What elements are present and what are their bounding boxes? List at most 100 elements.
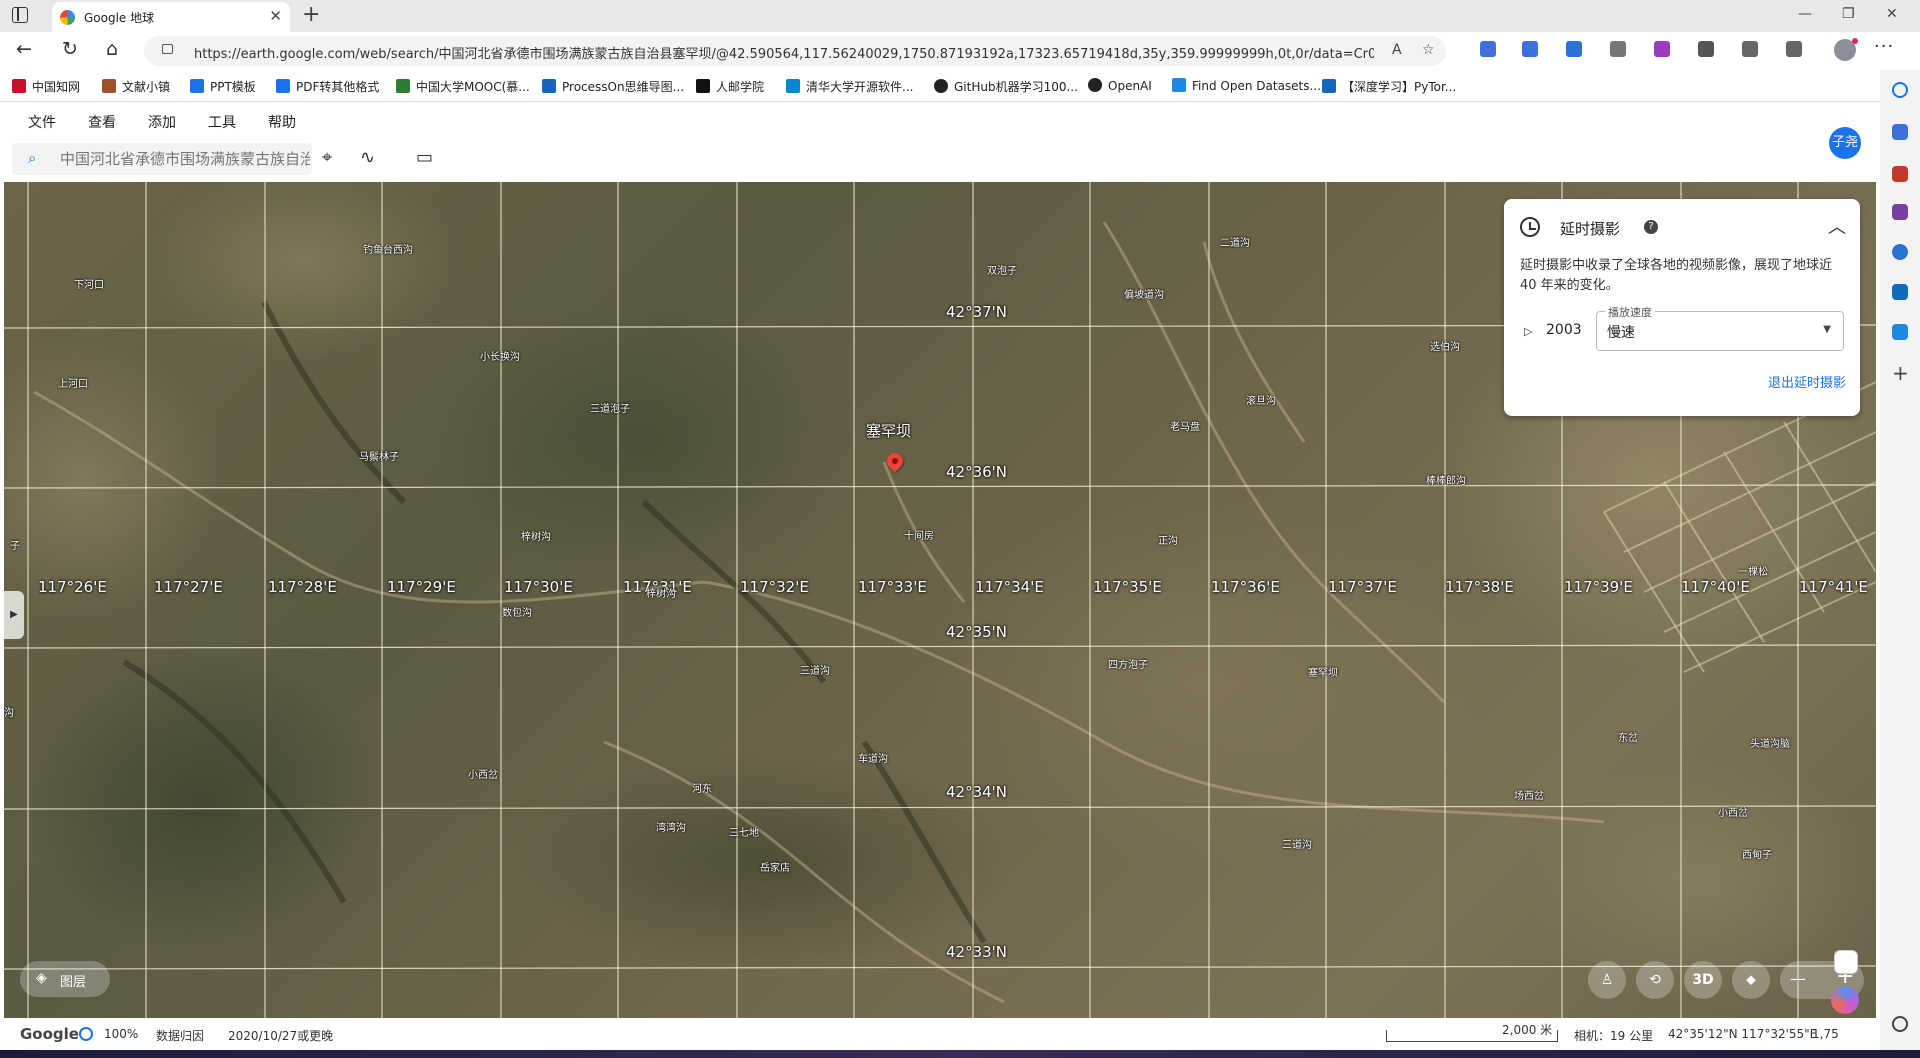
place-label: 头道沟脑 bbox=[1750, 739, 1790, 750]
place-label: 车道沟 bbox=[858, 754, 888, 765]
bookmark-item[interactable]: GitHub机器学习100... bbox=[934, 78, 1078, 95]
outlook-icon[interactable] bbox=[1892, 284, 1908, 300]
longitude-label: 117°30'E bbox=[504, 578, 573, 596]
bookmark-icon bbox=[696, 79, 710, 93]
zhihu-icon bbox=[1322, 79, 1336, 93]
extensions-puzzle-icon[interactable] bbox=[1698, 41, 1714, 57]
pegman-icon[interactable]: ♙ bbox=[1588, 961, 1626, 999]
bookmark-icon bbox=[190, 79, 204, 93]
chevron-up-icon[interactable]: ︿ bbox=[1828, 213, 1846, 239]
bookmark-item[interactable]: 文献小镇 bbox=[102, 78, 170, 95]
menu-view[interactable]: 查看 bbox=[88, 112, 116, 132]
tab-close-icon[interactable]: ✕ bbox=[269, 7, 282, 25]
play-icon[interactable]: ▷ bbox=[1524, 325, 1532, 338]
extension-bird-icon[interactable] bbox=[1522, 41, 1538, 57]
draw-path-icon[interactable]: ∿ bbox=[360, 147, 375, 168]
compass-icon[interactable]: ⬥ bbox=[1732, 961, 1770, 999]
back-icon[interactable]: ← bbox=[16, 38, 32, 60]
latitude-label: 42°37'N bbox=[946, 303, 1008, 321]
longitude-label: 117°38'E bbox=[1445, 578, 1514, 596]
send-icon[interactable] bbox=[1892, 324, 1908, 340]
bookmark-icon bbox=[786, 79, 800, 93]
3d-toggle-button[interactable]: 3D bbox=[1684, 961, 1722, 999]
bookmark-item[interactable]: ProcessOn思维导图... bbox=[542, 78, 684, 95]
shopping-icon[interactable] bbox=[1892, 124, 1908, 140]
dropdown-arrow-icon: ▼ bbox=[1823, 324, 1831, 335]
tab-google-earth[interactable]: Google 地球 ✕ bbox=[52, 2, 290, 32]
main-place-label[interactable]: 塞罕坝 bbox=[866, 420, 911, 441]
place-label: 双泡子 bbox=[987, 266, 1017, 277]
translate-widget-icon[interactable] bbox=[1834, 950, 1858, 974]
timelapse-year: 2003 bbox=[1546, 322, 1582, 338]
place-label: 河东 bbox=[692, 784, 712, 795]
read-aloud-icon[interactable]: A bbox=[1392, 42, 1402, 58]
browser-menu-button[interactable]: ··· bbox=[1874, 36, 1894, 57]
place-label: 正沟 bbox=[1158, 536, 1178, 547]
url-text[interactable]: https://earth.google.com/web/search/中国河北… bbox=[194, 43, 1374, 62]
profile-notification-dot bbox=[1852, 38, 1858, 44]
zoom-out-button[interactable]: — bbox=[1790, 969, 1806, 988]
place-marker-icon[interactable]: ⌖ bbox=[322, 147, 332, 168]
add-icon[interactable]: + bbox=[1892, 363, 1909, 383]
reload-icon[interactable]: ↻ bbox=[62, 38, 78, 60]
bookmark-item[interactable]: PPT模板 bbox=[190, 78, 256, 95]
menu-add[interactable]: 添加 bbox=[148, 112, 176, 132]
games-icon[interactable] bbox=[1892, 204, 1908, 220]
place-label: 滚旦沟 bbox=[1246, 396, 1276, 407]
favorite-star-icon[interactable]: ☆ bbox=[1422, 42, 1435, 58]
bookmark-item[interactable]: 清华大学开源软件... bbox=[786, 78, 913, 95]
openai-icon bbox=[1088, 78, 1102, 92]
timelapse-clock-icon bbox=[1520, 217, 1540, 237]
bookmark-item[interactable]: PDF转其他格式 bbox=[276, 78, 379, 95]
settings-gear-icon[interactable] bbox=[1892, 1016, 1908, 1032]
tab-actions-icon[interactable] bbox=[12, 7, 28, 23]
new-tab-button[interactable]: + bbox=[302, 2, 320, 27]
extension-translate-icon[interactable] bbox=[1480, 41, 1496, 57]
help-icon[interactable]: ? bbox=[1644, 220, 1658, 234]
home-icon[interactable]: ⌂ bbox=[106, 38, 118, 60]
place-label: 塞罕坝 bbox=[1308, 668, 1338, 679]
bookmark-item[interactable]: 【深度学习】PyTor... bbox=[1322, 78, 1456, 95]
search-icon[interactable] bbox=[1892, 82, 1908, 98]
layers-icon: ◈ bbox=[36, 970, 47, 986]
place-label: 三道泡子 bbox=[590, 404, 630, 415]
tools-icon[interactable] bbox=[1892, 166, 1908, 182]
extension-box-icon[interactable] bbox=[1610, 41, 1626, 57]
favorites-icon[interactable] bbox=[1742, 41, 1758, 57]
restore-icon[interactable]: ❐ bbox=[1842, 6, 1855, 22]
extension-brain-icon[interactable] bbox=[1654, 41, 1670, 57]
place-label: 下河口 bbox=[74, 280, 104, 291]
search-box[interactable]: ⌕ bbox=[12, 143, 312, 175]
collections-icon[interactable] bbox=[1786, 41, 1802, 57]
bookmark-item[interactable]: 中国知网 bbox=[12, 78, 80, 95]
speed-value: 慢速 bbox=[1607, 325, 1635, 341]
extension-refresh-icon[interactable] bbox=[1566, 41, 1582, 57]
bookmark-item[interactable]: 人邮学院 bbox=[696, 78, 764, 95]
bookmark-item[interactable]: Find Open Datasets... bbox=[1172, 78, 1321, 93]
minimize-icon[interactable]: — bbox=[1798, 6, 1812, 22]
search-input[interactable] bbox=[60, 149, 310, 169]
close-window-icon[interactable]: ✕ bbox=[1886, 6, 1898, 22]
side-panel-toggle[interactable]: ▶ bbox=[4, 591, 24, 639]
longitude-label: 117°39'E bbox=[1564, 578, 1633, 596]
place-label: 选伯沟 bbox=[1430, 342, 1460, 353]
omnibox[interactable]: https://earth.google.com/web/search/中国河北… bbox=[144, 36, 1446, 66]
exit-timelapse-link[interactable]: 退出延时摄影 bbox=[1768, 372, 1846, 391]
data-attribution-link[interactable]: 数据归因 bbox=[156, 1027, 204, 1044]
loading-ring-icon bbox=[79, 1027, 93, 1041]
google-logo: Google bbox=[20, 1025, 79, 1043]
copilot-icon[interactable] bbox=[1831, 986, 1859, 1014]
bookmark-item[interactable]: OpenAI bbox=[1088, 78, 1152, 93]
reset-tilt-icon[interactable]: ⟲ bbox=[1636, 961, 1674, 999]
place-label: 梓树沟 bbox=[521, 532, 551, 543]
bookmark-item[interactable]: 中国大学MOOC(慕... bbox=[396, 78, 530, 95]
menu-help[interactable]: 帮助 bbox=[268, 112, 296, 132]
os-taskbar bbox=[0, 1050, 1920, 1058]
playback-speed-select[interactable]: 播放速度 慢速 ▼ bbox=[1596, 304, 1844, 351]
microsoft-365-icon[interactable] bbox=[1892, 244, 1908, 260]
layers-button[interactable]: ◈ 图层 bbox=[20, 961, 110, 997]
measure-ruler-icon[interactable]: ▭ bbox=[416, 147, 433, 168]
speed-label: 播放速度 bbox=[1605, 304, 1655, 320]
menu-tools[interactable]: 工具 bbox=[208, 112, 236, 132]
menu-file[interactable]: 文件 bbox=[28, 112, 56, 132]
